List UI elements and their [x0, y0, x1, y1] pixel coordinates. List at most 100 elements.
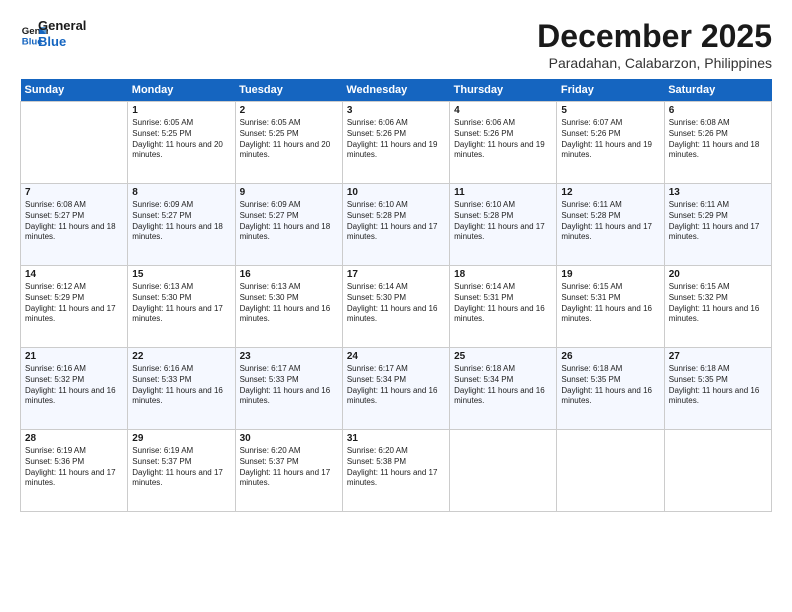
day-number: 21 [25, 351, 123, 362]
table-cell: 10 Sunrise: 6:10 AM Sunset: 5:28 PM Dayl… [342, 184, 449, 266]
title-block: December 2025 Paradahan, Calabarzon, Phi… [537, 18, 772, 71]
sunset-text: Sunset: 5:32 PM [669, 293, 728, 302]
day-number: 23 [240, 351, 338, 362]
cell-info: Sunrise: 6:10 AM Sunset: 5:28 PM Dayligh… [347, 200, 445, 243]
table-cell: 13 Sunrise: 6:11 AM Sunset: 5:29 PM Dayl… [664, 184, 771, 266]
day-number: 28 [25, 433, 123, 444]
sunrise-text: Sunrise: 6:17 AM [240, 364, 301, 373]
daylight-text: Daylight: 11 hours and 17 minutes. [347, 468, 438, 488]
sunset-text: Sunset: 5:30 PM [347, 293, 406, 302]
day-number: 11 [454, 187, 552, 198]
daylight-text: Daylight: 11 hours and 18 minutes. [240, 222, 331, 242]
days-header-row: Sunday Monday Tuesday Wednesday Thursday… [21, 79, 772, 102]
cell-info: Sunrise: 6:14 AM Sunset: 5:31 PM Dayligh… [454, 282, 552, 325]
daylight-text: Daylight: 11 hours and 16 minutes. [561, 304, 652, 324]
header-monday: Monday [128, 79, 235, 102]
sunset-text: Sunset: 5:28 PM [454, 211, 513, 220]
day-number: 22 [132, 351, 230, 362]
logo: General Blue General Blue [20, 18, 86, 49]
daylight-text: Daylight: 11 hours and 16 minutes. [454, 386, 545, 406]
table-cell: 2 Sunrise: 6:05 AM Sunset: 5:25 PM Dayli… [235, 102, 342, 184]
table-cell: 20 Sunrise: 6:15 AM Sunset: 5:32 PM Dayl… [664, 266, 771, 348]
cell-info: Sunrise: 6:14 AM Sunset: 5:30 PM Dayligh… [347, 282, 445, 325]
daylight-text: Daylight: 11 hours and 18 minutes. [132, 222, 223, 242]
sunrise-text: Sunrise: 6:11 AM [669, 200, 729, 209]
cell-info: Sunrise: 6:18 AM Sunset: 5:35 PM Dayligh… [561, 364, 659, 407]
day-number: 19 [561, 269, 659, 280]
daylight-text: Daylight: 11 hours and 17 minutes. [669, 222, 760, 242]
table-cell: 30 Sunrise: 6:20 AM Sunset: 5:37 PM Dayl… [235, 430, 342, 512]
sunset-text: Sunset: 5:27 PM [132, 211, 191, 220]
sunrise-text: Sunrise: 6:08 AM [669, 118, 730, 127]
table-cell: 27 Sunrise: 6:18 AM Sunset: 5:35 PM Dayl… [664, 348, 771, 430]
sunrise-text: Sunrise: 6:06 AM [454, 118, 515, 127]
day-number: 3 [347, 105, 445, 116]
sunrise-text: Sunrise: 6:15 AM [561, 282, 622, 291]
day-number: 16 [240, 269, 338, 280]
day-number: 1 [132, 105, 230, 116]
table-cell: 18 Sunrise: 6:14 AM Sunset: 5:31 PM Dayl… [450, 266, 557, 348]
sunset-text: Sunset: 5:30 PM [132, 293, 191, 302]
week-row-5: 28 Sunrise: 6:19 AM Sunset: 5:36 PM Dayl… [21, 430, 772, 512]
sunrise-text: Sunrise: 6:14 AM [347, 282, 408, 291]
sunset-text: Sunset: 5:25 PM [132, 129, 191, 138]
table-cell: 21 Sunrise: 6:16 AM Sunset: 5:32 PM Dayl… [21, 348, 128, 430]
cell-info: Sunrise: 6:17 AM Sunset: 5:33 PM Dayligh… [240, 364, 338, 407]
daylight-text: Daylight: 11 hours and 16 minutes. [669, 304, 760, 324]
day-number: 17 [347, 269, 445, 280]
table-cell: 28 Sunrise: 6:19 AM Sunset: 5:36 PM Dayl… [21, 430, 128, 512]
cell-info: Sunrise: 6:15 AM Sunset: 5:31 PM Dayligh… [561, 282, 659, 325]
daylight-text: Daylight: 11 hours and 17 minutes. [132, 304, 223, 324]
day-number: 4 [454, 105, 552, 116]
sunrise-text: Sunrise: 6:08 AM [25, 200, 86, 209]
daylight-text: Daylight: 11 hours and 16 minutes. [25, 386, 116, 406]
cell-info: Sunrise: 6:16 AM Sunset: 5:32 PM Dayligh… [25, 364, 123, 407]
header-sunday: Sunday [21, 79, 128, 102]
sunrise-text: Sunrise: 6:15 AM [669, 282, 730, 291]
daylight-text: Daylight: 11 hours and 19 minutes. [347, 140, 438, 160]
cell-info: Sunrise: 6:13 AM Sunset: 5:30 PM Dayligh… [240, 282, 338, 325]
cell-info: Sunrise: 6:08 AM Sunset: 5:26 PM Dayligh… [669, 118, 767, 161]
sunset-text: Sunset: 5:25 PM [240, 129, 299, 138]
header: General Blue General Blue December 2025 … [20, 18, 772, 71]
cell-info: Sunrise: 6:06 AM Sunset: 5:26 PM Dayligh… [454, 118, 552, 161]
cell-info: Sunrise: 6:05 AM Sunset: 5:25 PM Dayligh… [240, 118, 338, 161]
sunset-text: Sunset: 5:36 PM [25, 457, 84, 466]
table-cell: 22 Sunrise: 6:16 AM Sunset: 5:33 PM Dayl… [128, 348, 235, 430]
daylight-text: Daylight: 11 hours and 20 minutes. [132, 140, 223, 160]
table-cell: 1 Sunrise: 6:05 AM Sunset: 5:25 PM Dayli… [128, 102, 235, 184]
table-cell: 26 Sunrise: 6:18 AM Sunset: 5:35 PM Dayl… [557, 348, 664, 430]
table-cell: 6 Sunrise: 6:08 AM Sunset: 5:26 PM Dayli… [664, 102, 771, 184]
table-cell: 25 Sunrise: 6:18 AM Sunset: 5:34 PM Dayl… [450, 348, 557, 430]
sunset-text: Sunset: 5:28 PM [347, 211, 406, 220]
daylight-text: Daylight: 11 hours and 17 minutes. [240, 468, 331, 488]
day-number: 18 [454, 269, 552, 280]
sunset-text: Sunset: 5:35 PM [561, 375, 620, 384]
calendar-page: General Blue General Blue December 2025 … [0, 0, 792, 612]
sunrise-text: Sunrise: 6:06 AM [347, 118, 408, 127]
day-number: 5 [561, 105, 659, 116]
day-number: 8 [132, 187, 230, 198]
cell-info: Sunrise: 6:07 AM Sunset: 5:26 PM Dayligh… [561, 118, 659, 161]
cell-info: Sunrise: 6:08 AM Sunset: 5:27 PM Dayligh… [25, 200, 123, 243]
sunset-text: Sunset: 5:33 PM [132, 375, 191, 384]
sunset-text: Sunset: 5:34 PM [347, 375, 406, 384]
week-row-4: 21 Sunrise: 6:16 AM Sunset: 5:32 PM Dayl… [21, 348, 772, 430]
day-number: 29 [132, 433, 230, 444]
cell-info: Sunrise: 6:19 AM Sunset: 5:36 PM Dayligh… [25, 446, 123, 489]
sunset-text: Sunset: 5:29 PM [669, 211, 728, 220]
day-number: 9 [240, 187, 338, 198]
day-number: 25 [454, 351, 552, 362]
daylight-text: Daylight: 11 hours and 19 minutes. [454, 140, 545, 160]
daylight-text: Daylight: 11 hours and 19 minutes. [561, 140, 652, 160]
sunset-text: Sunset: 5:26 PM [669, 129, 728, 138]
logo-general: General [38, 18, 86, 34]
cell-info: Sunrise: 6:17 AM Sunset: 5:34 PM Dayligh… [347, 364, 445, 407]
sunset-text: Sunset: 5:35 PM [669, 375, 728, 384]
sunrise-text: Sunrise: 6:14 AM [454, 282, 515, 291]
daylight-text: Daylight: 11 hours and 18 minutes. [669, 140, 760, 160]
header-saturday: Saturday [664, 79, 771, 102]
header-friday: Friday [557, 79, 664, 102]
sunrise-text: Sunrise: 6:16 AM [132, 364, 193, 373]
day-number: 24 [347, 351, 445, 362]
